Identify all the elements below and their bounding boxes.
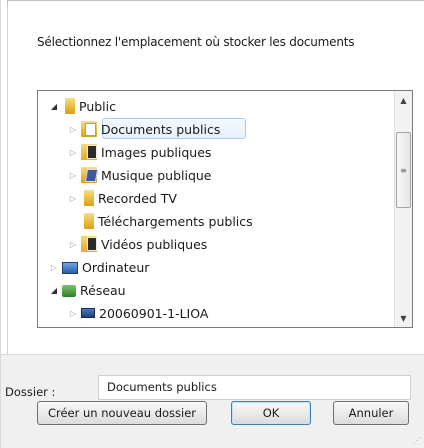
expand-closed-icon[interactable]: ▷ [69,194,77,203]
tree-item-20060901-1-lioa[interactable]: ▷ 20060901-1-LIOA [69,302,209,324]
browse-folder-dialog: Sélectionnez l'emplacement où stocker le… [0,0,424,448]
network-icon [62,285,76,297]
expand-open-icon[interactable]: ◢ [50,286,58,295]
folder-field[interactable]: Documents publics [98,375,411,400]
tree-item-label: Musique publique [101,167,212,183]
scroll-down-icon[interactable]: ▼ [396,310,411,326]
tree-item-ordinateur[interactable]: ▷ Ordinateur [50,256,149,278]
folder-label: Dossier : [5,385,56,399]
tree-item-label: Vidéos publiques [101,236,208,252]
resize-grip-icon[interactable]: ⋰ [413,436,421,445]
new-folder-button[interactable]: Créer un nouveau dossier [37,401,207,425]
expand-closed-icon[interactable]: ▷ [50,263,58,272]
scroll-thumb[interactable]: ≡ [396,132,411,208]
expand-closed-icon[interactable]: ▷ [69,309,77,318]
tree-item-musique-publique[interactable]: ▷ Musique publique [69,164,212,186]
tree-item-telechargements-publics[interactable]: Téléchargements publics [81,210,253,232]
tree-item-videos-publiques[interactable]: ▷ Vidéos publiques [69,233,207,255]
tree-item-label: 20060901-1-LIOA [99,305,209,321]
pictures-folder-icon [81,144,97,160]
scroll-up-icon[interactable]: ▲ [396,92,411,108]
videos-folder-icon [81,236,97,252]
tree-item-label: Recorded TV [98,190,177,206]
folder-tree[interactable]: ◢ Public ▷ Documents publics ▷ Images pu… [37,90,413,328]
expand-closed-icon[interactable]: ▷ [69,171,77,180]
expand-closed-icon[interactable]: ▷ [69,125,77,134]
tree-item-images-publiques[interactable]: ▷ Images publiques [69,141,211,163]
ok-button[interactable]: OK [231,401,311,425]
folder-icon [65,98,75,114]
folder-icon [84,190,94,206]
expand-closed-icon[interactable]: ▷ [69,148,77,157]
tree-item-documents-publics[interactable]: ▷ Documents publics [69,118,220,140]
tree-list: ◢ Public ▷ Documents publics ▷ Images pu… [38,91,394,327]
cancel-button[interactable]: Annuler [333,401,409,425]
tree-item-reseau[interactable]: ◢ Réseau [50,279,126,301]
tree-item-label: Ordinateur [82,259,150,275]
instruction-text: Sélectionnez l'emplacement où stocker le… [37,35,355,49]
expand-open-icon[interactable]: ◢ [50,102,58,111]
tree-item-label: Public [79,98,116,114]
music-folder-icon [81,167,97,183]
tree-item-label: Réseau [80,282,126,298]
tree-item-label: Images publiques [101,144,212,160]
tree-item-recorded-tv[interactable]: ▷ Recorded TV [69,187,177,209]
tree-scrollbar[interactable]: ▲ ≡ ▼ [394,91,412,327]
documents-folder-icon [81,121,97,137]
tree-item-label: Documents publics [101,121,221,137]
folder-icon [84,213,94,229]
computer-icon [62,262,78,274]
dialog-footer: Dossier : Documents publics Créer un nou… [1,354,424,448]
expand-closed-icon[interactable]: ▷ [69,240,77,249]
network-computer-icon [81,308,95,318]
tree-item-public[interactable]: ◢ Public [50,95,116,117]
tree-item-label: Téléchargements publics [98,213,253,229]
